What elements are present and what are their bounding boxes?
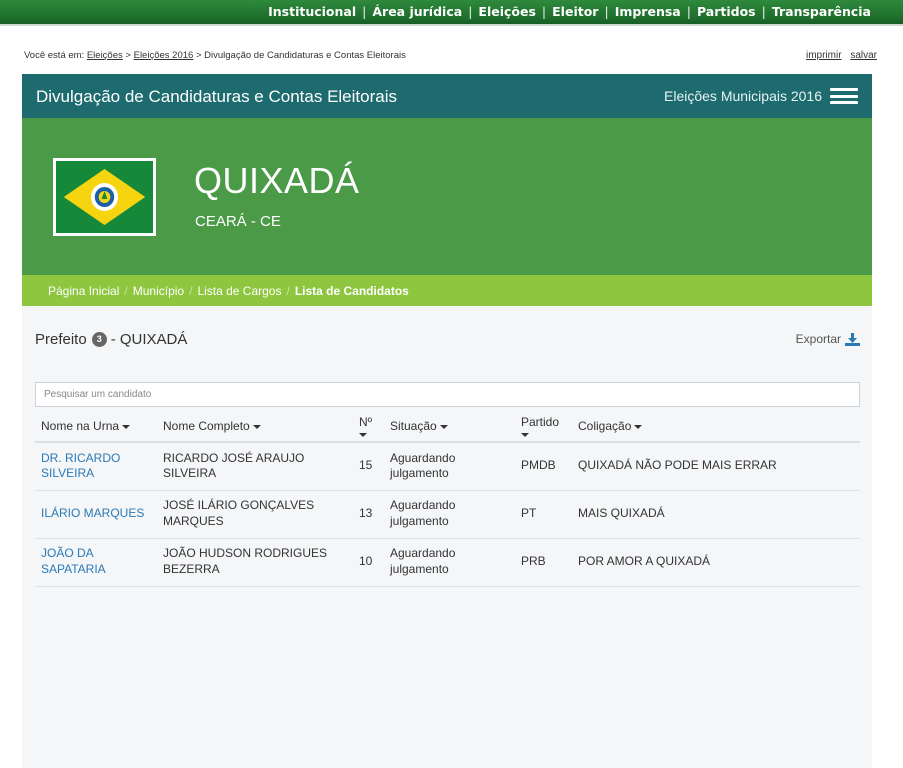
number-cell: 10 [353, 538, 384, 587]
ceara-flag-icon [53, 158, 156, 236]
city-banner: QUIXADÁ CEARÁ - CE [22, 118, 872, 275]
candidate-count-badge: 3 [91, 332, 107, 347]
full-name-cell: RICARDO JOSÉ ARAUJO SILVEIRA [157, 442, 353, 491]
sort-caret-icon [439, 424, 448, 429]
coalition-cell: MAIS QUIXADÁ [572, 490, 860, 539]
table-row: ILÁRIO MARQUES JOSÉ ILÁRIO GONÇALVES MAR… [35, 490, 860, 539]
header-coligacao[interactable]: Coligação [572, 411, 860, 443]
header-nome-completo[interactable]: Nome Completo [157, 411, 353, 443]
nav-item-transparencia[interactable]: Transparência [772, 4, 871, 19]
location-prefix: Você está em: [24, 50, 85, 61]
nav-separator: | [604, 4, 609, 19]
coalition-cell: POR AMOR A QUIXADÁ [572, 538, 860, 587]
breadcrumb-cargos[interactable]: Lista de Cargos [197, 284, 281, 298]
status-cell: Aguardando julgamento [384, 490, 515, 539]
header-nome-urna[interactable]: Nome na Urna [35, 411, 157, 443]
location-link-eleicoes[interactable]: Eleições [87, 50, 123, 61]
main-panel: Divulgação de Candidaturas e Contas Elei… [22, 74, 872, 768]
table-header-row: Nome na Urna Nome Completo Nº Situação P… [35, 411, 860, 443]
app-title: Divulgação de Candidaturas e Contas Elei… [36, 87, 397, 106]
nav-item-imprensa[interactable]: Imprensa [615, 4, 681, 19]
export-button[interactable]: Exportar [796, 332, 860, 346]
party-cell: PMDB [515, 442, 572, 491]
breadcrumb-separator: / [189, 284, 193, 298]
breadcrumb-home[interactable]: Página Inicial [48, 284, 119, 298]
candidates-table: Nome na Urna Nome Completo Nº Situação P… [35, 411, 860, 587]
breadcrumb-separator: / [286, 284, 290, 298]
export-label: Exportar [795, 332, 841, 346]
breadcrumb-current: Lista de Candidatos [294, 284, 409, 298]
hamburger-menu-icon[interactable] [830, 88, 858, 104]
breadcrumb-municipio[interactable]: Município [133, 284, 184, 298]
party-cell: PRB [515, 538, 572, 587]
city-name: QUIXADÁ [194, 160, 360, 201]
sort-caret-icon [521, 433, 529, 437]
sort-caret-icon [634, 424, 643, 429]
sort-caret-icon [359, 433, 367, 437]
save-link[interactable]: salvar [850, 50, 877, 61]
sort-caret-icon [252, 424, 261, 429]
candidate-link[interactable]: JOÃO DA SAPATARIA [41, 546, 106, 576]
coalition-cell: QUIXADÁ NÃO PODE MAIS ERRAR [572, 442, 860, 491]
header-numero[interactable]: Nº [353, 411, 384, 443]
candidate-link[interactable]: DR. RICARDO SILVEIRA [41, 451, 120, 481]
header-bar: Divulgação de Candidaturas e Contas Elei… [22, 74, 872, 118]
nav-item-eleicoes[interactable]: Eleições [478, 4, 536, 19]
status-cell: Aguardando julgamento [384, 442, 515, 491]
candidate-link[interactable]: ILÁRIO MARQUES [41, 506, 144, 520]
page-title: Prefeito 3 - QUIXADÁ [35, 331, 187, 348]
table-row: DR. RICARDO SILVEIRA RICARDO JOSÉ ARAUJO… [35, 442, 860, 491]
state-name: CEARÁ - CE [195, 213, 281, 230]
download-icon [845, 332, 860, 346]
top-navigation-bar: Institucional | Área jurídica | Eleições… [0, 0, 903, 26]
location-separator: > [125, 50, 131, 61]
nav-item-partidos[interactable]: Partidos [697, 4, 756, 19]
election-label: Eleições Municipais 2016 [664, 88, 822, 104]
location-separator: > [195, 50, 202, 61]
full-name-cell: JOÃO HUDSON RODRIGUES BEZERRA [157, 538, 353, 587]
number-cell: 15 [353, 442, 384, 491]
sort-caret-icon [122, 424, 131, 429]
nav-item-eleitor[interactable]: Eleitor [552, 4, 598, 19]
nav-separator: | [686, 4, 691, 19]
full-name-cell: JOSÉ ILÁRIO GONÇALVES MARQUES [157, 490, 353, 539]
nav-separator: | [468, 4, 473, 19]
header-partido[interactable]: Partido [515, 411, 572, 443]
location-current: Divulgação de Candidaturas e Contas Elei… [204, 50, 406, 61]
nav-separator: | [541, 4, 547, 19]
office-label: Prefeito [35, 331, 87, 348]
breadcrumb-separator: / [124, 284, 128, 298]
location-link-eleicoes-2016[interactable]: Eleições 2016 [134, 50, 194, 61]
nav-item-area-juridica[interactable]: Área jurídica [372, 4, 462, 19]
breadcrumb: Página Inicial / Município / Lista de Cargos… [22, 275, 872, 306]
municipality-suffix: - QUIXADÁ [110, 331, 188, 348]
location-breadcrumb: Você está em: Eleições > Eleições 2016 >… [24, 50, 406, 61]
table-row: JOÃO DA SAPATARIA JOÃO HUDSON RODRIGUES … [35, 538, 860, 587]
print-link[interactable]: imprimir [806, 50, 842, 61]
header-situacao[interactable]: Situação [384, 411, 515, 443]
status-cell: Aguardando julgamento [384, 538, 515, 587]
party-cell: PT [515, 490, 572, 539]
election-selector[interactable]: Eleições Municipais 2016 [664, 88, 858, 104]
number-cell: 13 [353, 490, 384, 539]
nav-separator: | [761, 4, 766, 19]
search-input[interactable] [35, 382, 860, 407]
nav-item-institucional[interactable]: Institucional [268, 4, 356, 19]
page-actions: imprimir salvar [800, 50, 877, 61]
nav-separator: | [362, 4, 367, 19]
top-navigation-menu: Institucional | Área jurídica | Eleições… [268, 4, 871, 19]
